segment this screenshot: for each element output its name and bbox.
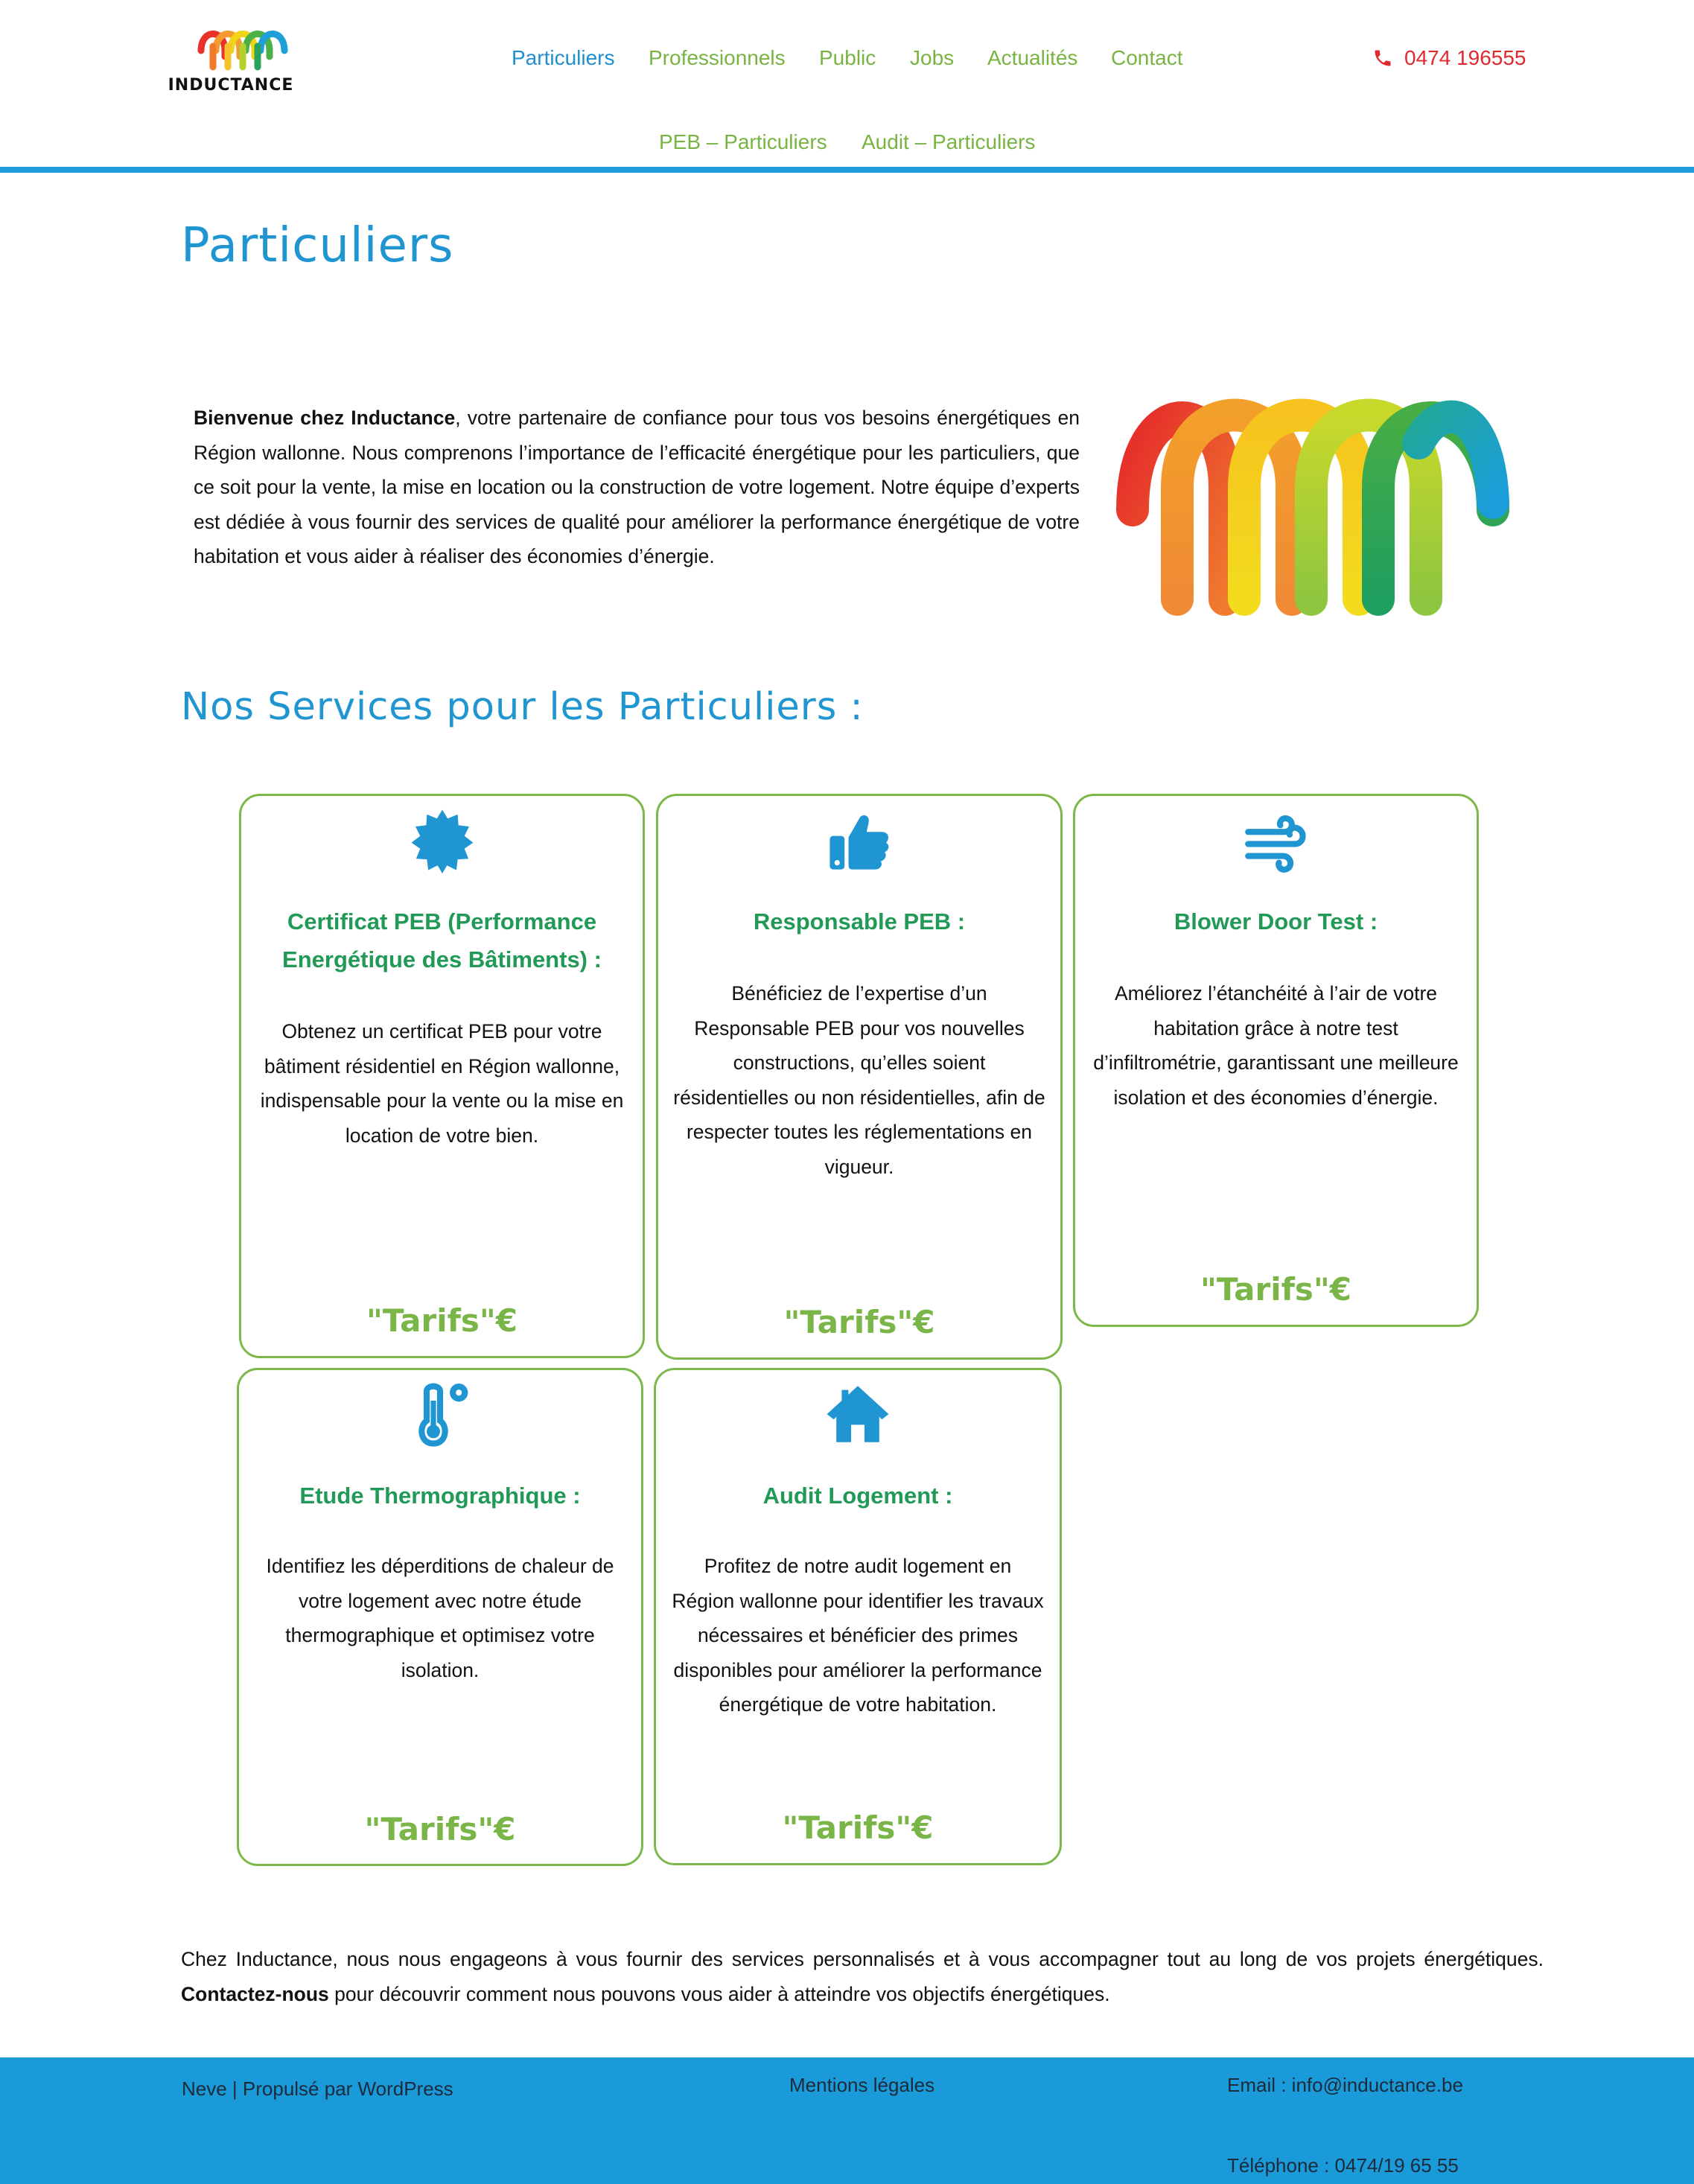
closing-text: Chez Inductance, nous nous engageons à v… — [181, 1948, 1544, 1970]
service-price: "Tarifs"€ — [782, 1809, 934, 1846]
rainbow-coil-illustration — [1116, 398, 1509, 616]
intro-paragraph: Bienvenue chez Inductance, votre partena… — [194, 401, 1080, 574]
service-title: Blower Door Test : — [1174, 908, 1378, 935]
thermometer-icon — [418, 1383, 468, 1447]
service-description: Améliorez l’étanchéité à l’air de votre … — [1093, 982, 1459, 1109]
nav-item-actualites[interactable]: Actualités — [987, 46, 1077, 70]
thumbs-up-icon — [830, 815, 889, 870]
subnav-item-audit-particuliers[interactable]: Audit – Particuliers — [862, 130, 1035, 154]
service-price: "Tarifs"€ — [364, 1811, 516, 1847]
service-title: Responsable PEB : — [753, 908, 966, 935]
intro-bold: Bienvenue chez Inductance — [194, 407, 456, 429]
header-phone-number[interactable]: 0474 196555 — [1404, 46, 1526, 70]
house-icon — [827, 1386, 889, 1442]
service-description: Bénéficiez de l’expertise d’un Responsab… — [673, 982, 1045, 1178]
service-card-audit-logement: Audit Logement : Profitez de notre audit… — [654, 1368, 1062, 1865]
footer-credit[interactable]: Neve | Propulsé par WordPress — [182, 2078, 453, 2101]
nav-item-jobs[interactable]: Jobs — [910, 46, 954, 70]
service-card-certificat-peb: Certificat PEB (Performance Energétique … — [239, 794, 645, 1358]
service-description: Obtenez un certificat PEB pour votre bât… — [260, 1020, 624, 1147]
service-description: Profitez de notre audit logement en Régi… — [672, 1555, 1044, 1716]
service-description: Identifiez les déperditions de chaleur d… — [266, 1555, 614, 1681]
service-title: Certificat PEB (Performance Energétique … — [282, 908, 602, 972]
site-footer: Neve | Propulsé par WordPress Mentions l… — [0, 2057, 1694, 2184]
service-title: Etude Thermographique : — [299, 1483, 581, 1509]
page-title: Particuliers — [181, 218, 454, 273]
service-card-thermographie: Etude Thermographique : Identifiez les d… — [237, 1368, 643, 1866]
footer-email[interactable]: Email : info@inductance.be — [1227, 2074, 1463, 2097]
header-divider — [0, 167, 1694, 173]
phone-icon[interactable] — [1372, 48, 1393, 69]
closing-paragraph: Chez Inductance, nous nous engageons à v… — [181, 1942, 1544, 2011]
nav-item-contact[interactable]: Contact — [1111, 46, 1183, 70]
contact-link[interactable]: Contactez-nous — [181, 1983, 329, 2005]
closing-text-2: pour découvrir comment nous pouvons vous… — [328, 1982, 1110, 2005]
wind-icon — [1244, 815, 1306, 873]
service-price: "Tarifs"€ — [1200, 1271, 1351, 1308]
site-header: INDUCTANCE Particuliers Professionnels P… — [0, 0, 1694, 170]
service-price: "Tarifs"€ — [366, 1302, 518, 1339]
service-price: "Tarifs"€ — [783, 1304, 935, 1340]
services-heading: Nos Services pour les Particuliers : — [181, 685, 864, 729]
service-card-blower-door: Blower Door Test : Améliorez l’étanchéit… — [1073, 794, 1479, 1327]
nav-item-particuliers[interactable]: Particuliers — [512, 46, 614, 70]
nav-item-public[interactable]: Public — [819, 46, 876, 70]
subnav-item-peb-particuliers[interactable]: PEB – Particuliers — [659, 130, 827, 154]
service-title: Audit Logement : — [762, 1483, 953, 1509]
service-card-responsable-peb: Responsable PEB : Bénéficiez de l’expert… — [656, 794, 1063, 1360]
intro-text: , votre partenaire de confiance pour tou… — [194, 407, 1080, 567]
footer-legal-link[interactable]: Mentions légales — [789, 2074, 934, 2097]
nav-item-professionnels[interactable]: Professionnels — [649, 46, 786, 70]
badge-icon — [411, 809, 473, 873]
logo-wordmark: INDUCTANCE — [168, 76, 294, 95]
footer-phone[interactable]: Téléphone : 0474/19 65 55 — [1227, 2154, 1459, 2177]
